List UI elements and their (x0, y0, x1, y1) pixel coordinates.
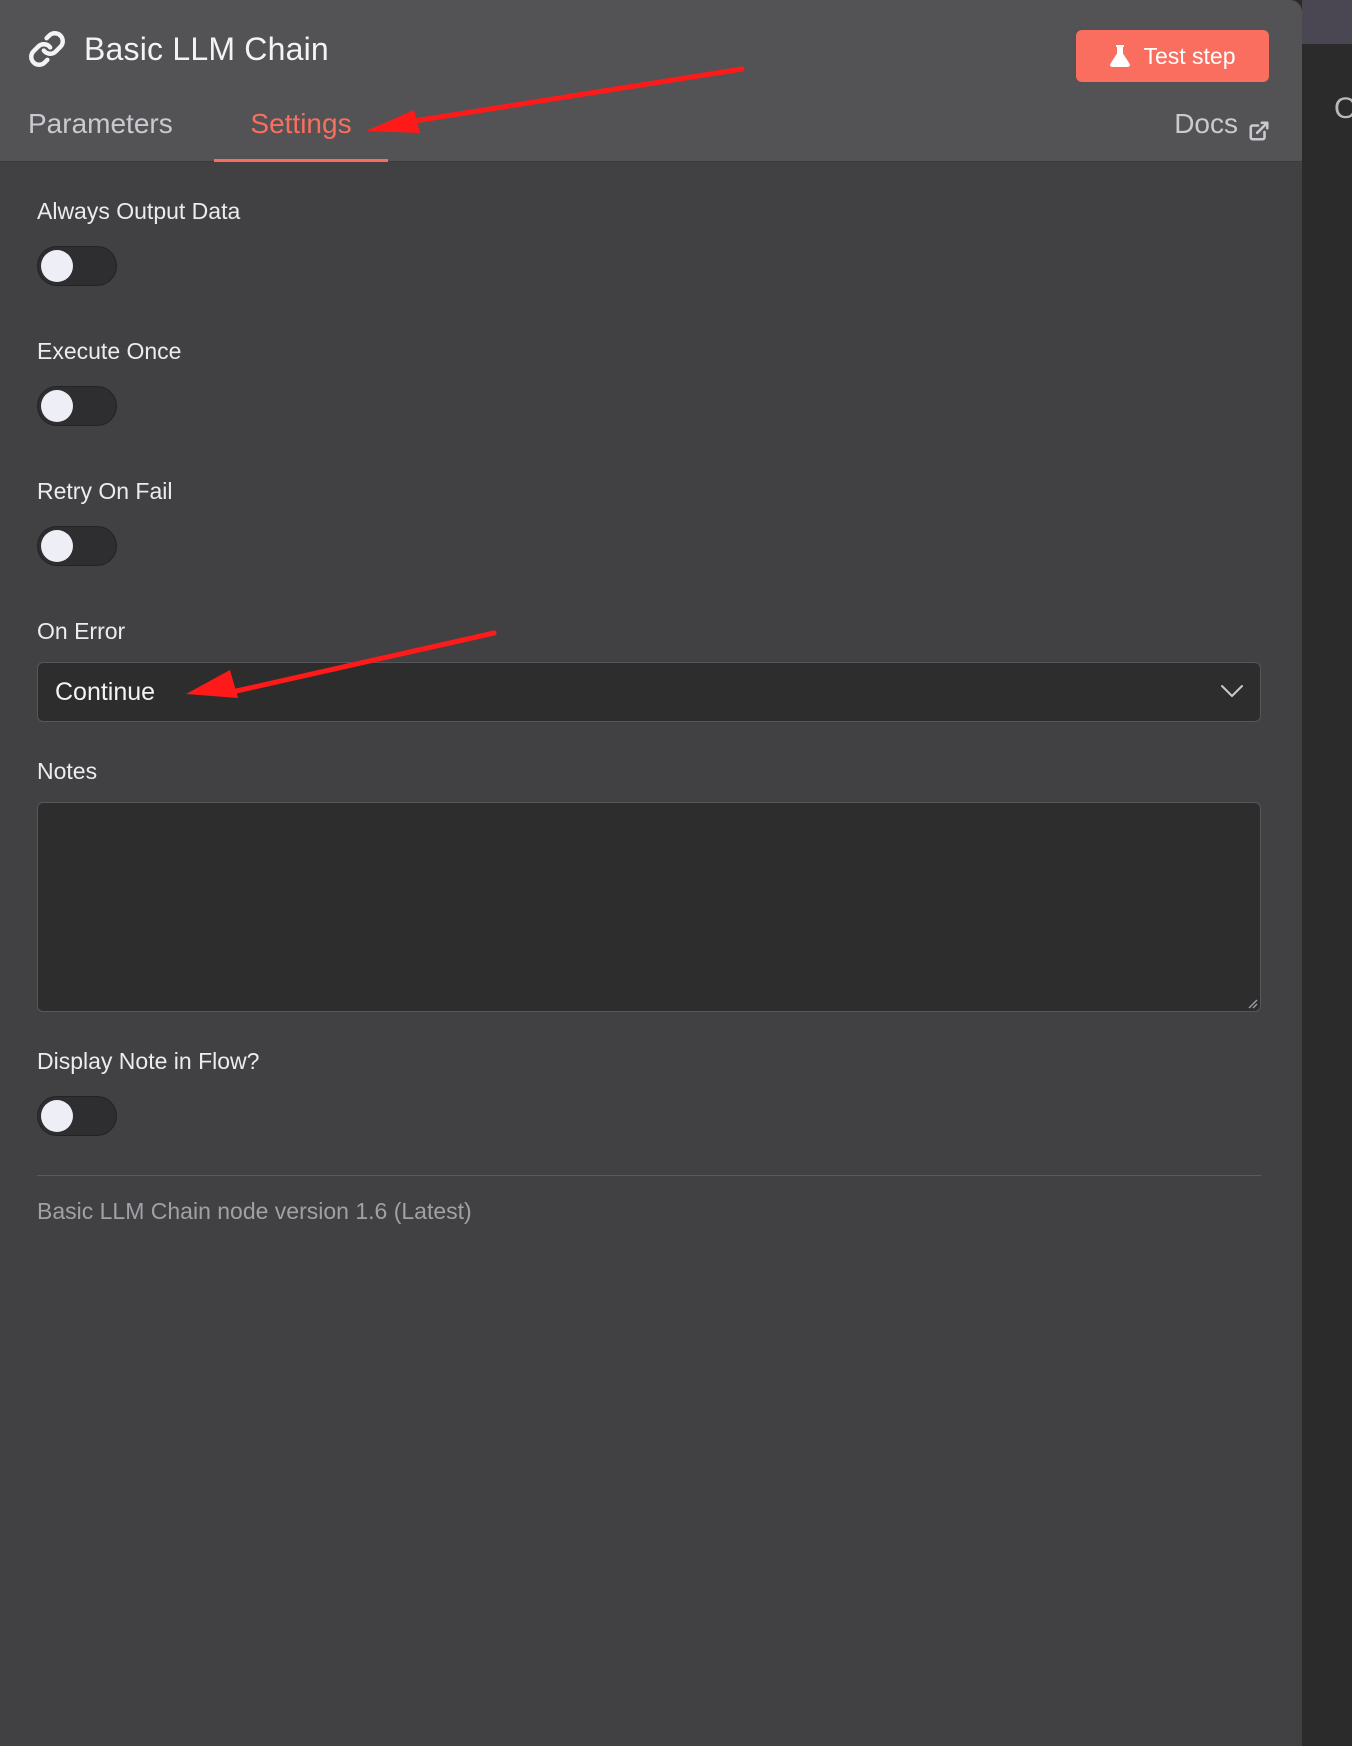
tab-bar: Parameters Settings Docs (0, 108, 1302, 162)
canvas-top-bar (1302, 0, 1352, 44)
resize-grip-icon[interactable] (1246, 997, 1258, 1009)
retry-on-fail-toggle[interactable] (37, 526, 117, 566)
docs-label: Docs (1174, 108, 1238, 139)
retry-on-fail-label: Retry On Fail (37, 478, 173, 504)
always-output-data-toggle[interactable] (37, 246, 117, 286)
chevron-down-icon (1221, 685, 1243, 697)
node-title: Basic LLM Chain (84, 30, 329, 67)
test-step-button[interactable]: Test step (1076, 30, 1269, 82)
always-output-data-label: Always Output Data (37, 198, 241, 224)
link-icon (29, 31, 65, 67)
panel-header: Basic LLM Chain Test step Parameters Set… (0, 0, 1302, 162)
workflow-canvas: O (1302, 0, 1352, 1746)
divider (37, 1175, 1261, 1176)
canvas-peek-text: O (1334, 92, 1352, 125)
on-error-label: On Error (37, 618, 126, 644)
notes-label: Notes (37, 758, 98, 784)
toggle-knob (41, 390, 73, 422)
on-error-value: Continue (55, 678, 156, 706)
title-row: Basic LLM Chain (28, 30, 329, 68)
tab-parameters[interactable]: Parameters (28, 108, 173, 162)
execute-once-label: Execute Once (37, 338, 182, 364)
tab-settings[interactable]: Settings (214, 108, 388, 162)
docs-link[interactable]: Docs (1174, 108, 1270, 142)
notes-textarea[interactable] (37, 802, 1261, 1012)
node-settings-panel: Basic LLM Chain Test step Parameters Set… (0, 0, 1302, 1746)
external-link-icon (1249, 121, 1269, 141)
test-step-label: Test step (1143, 42, 1236, 69)
node-version-text: Basic LLM Chain node version 1.6 (Latest… (37, 1198, 472, 1224)
toggle-knob (41, 530, 73, 562)
flask-icon (1110, 45, 1131, 67)
toggle-knob (41, 250, 73, 282)
toggle-knob (41, 1100, 73, 1132)
on-error-select[interactable]: Continue (37, 662, 1261, 722)
display-note-label: Display Note in Flow? (37, 1048, 260, 1074)
display-note-toggle[interactable] (37, 1096, 117, 1136)
execute-once-toggle[interactable] (37, 386, 117, 426)
